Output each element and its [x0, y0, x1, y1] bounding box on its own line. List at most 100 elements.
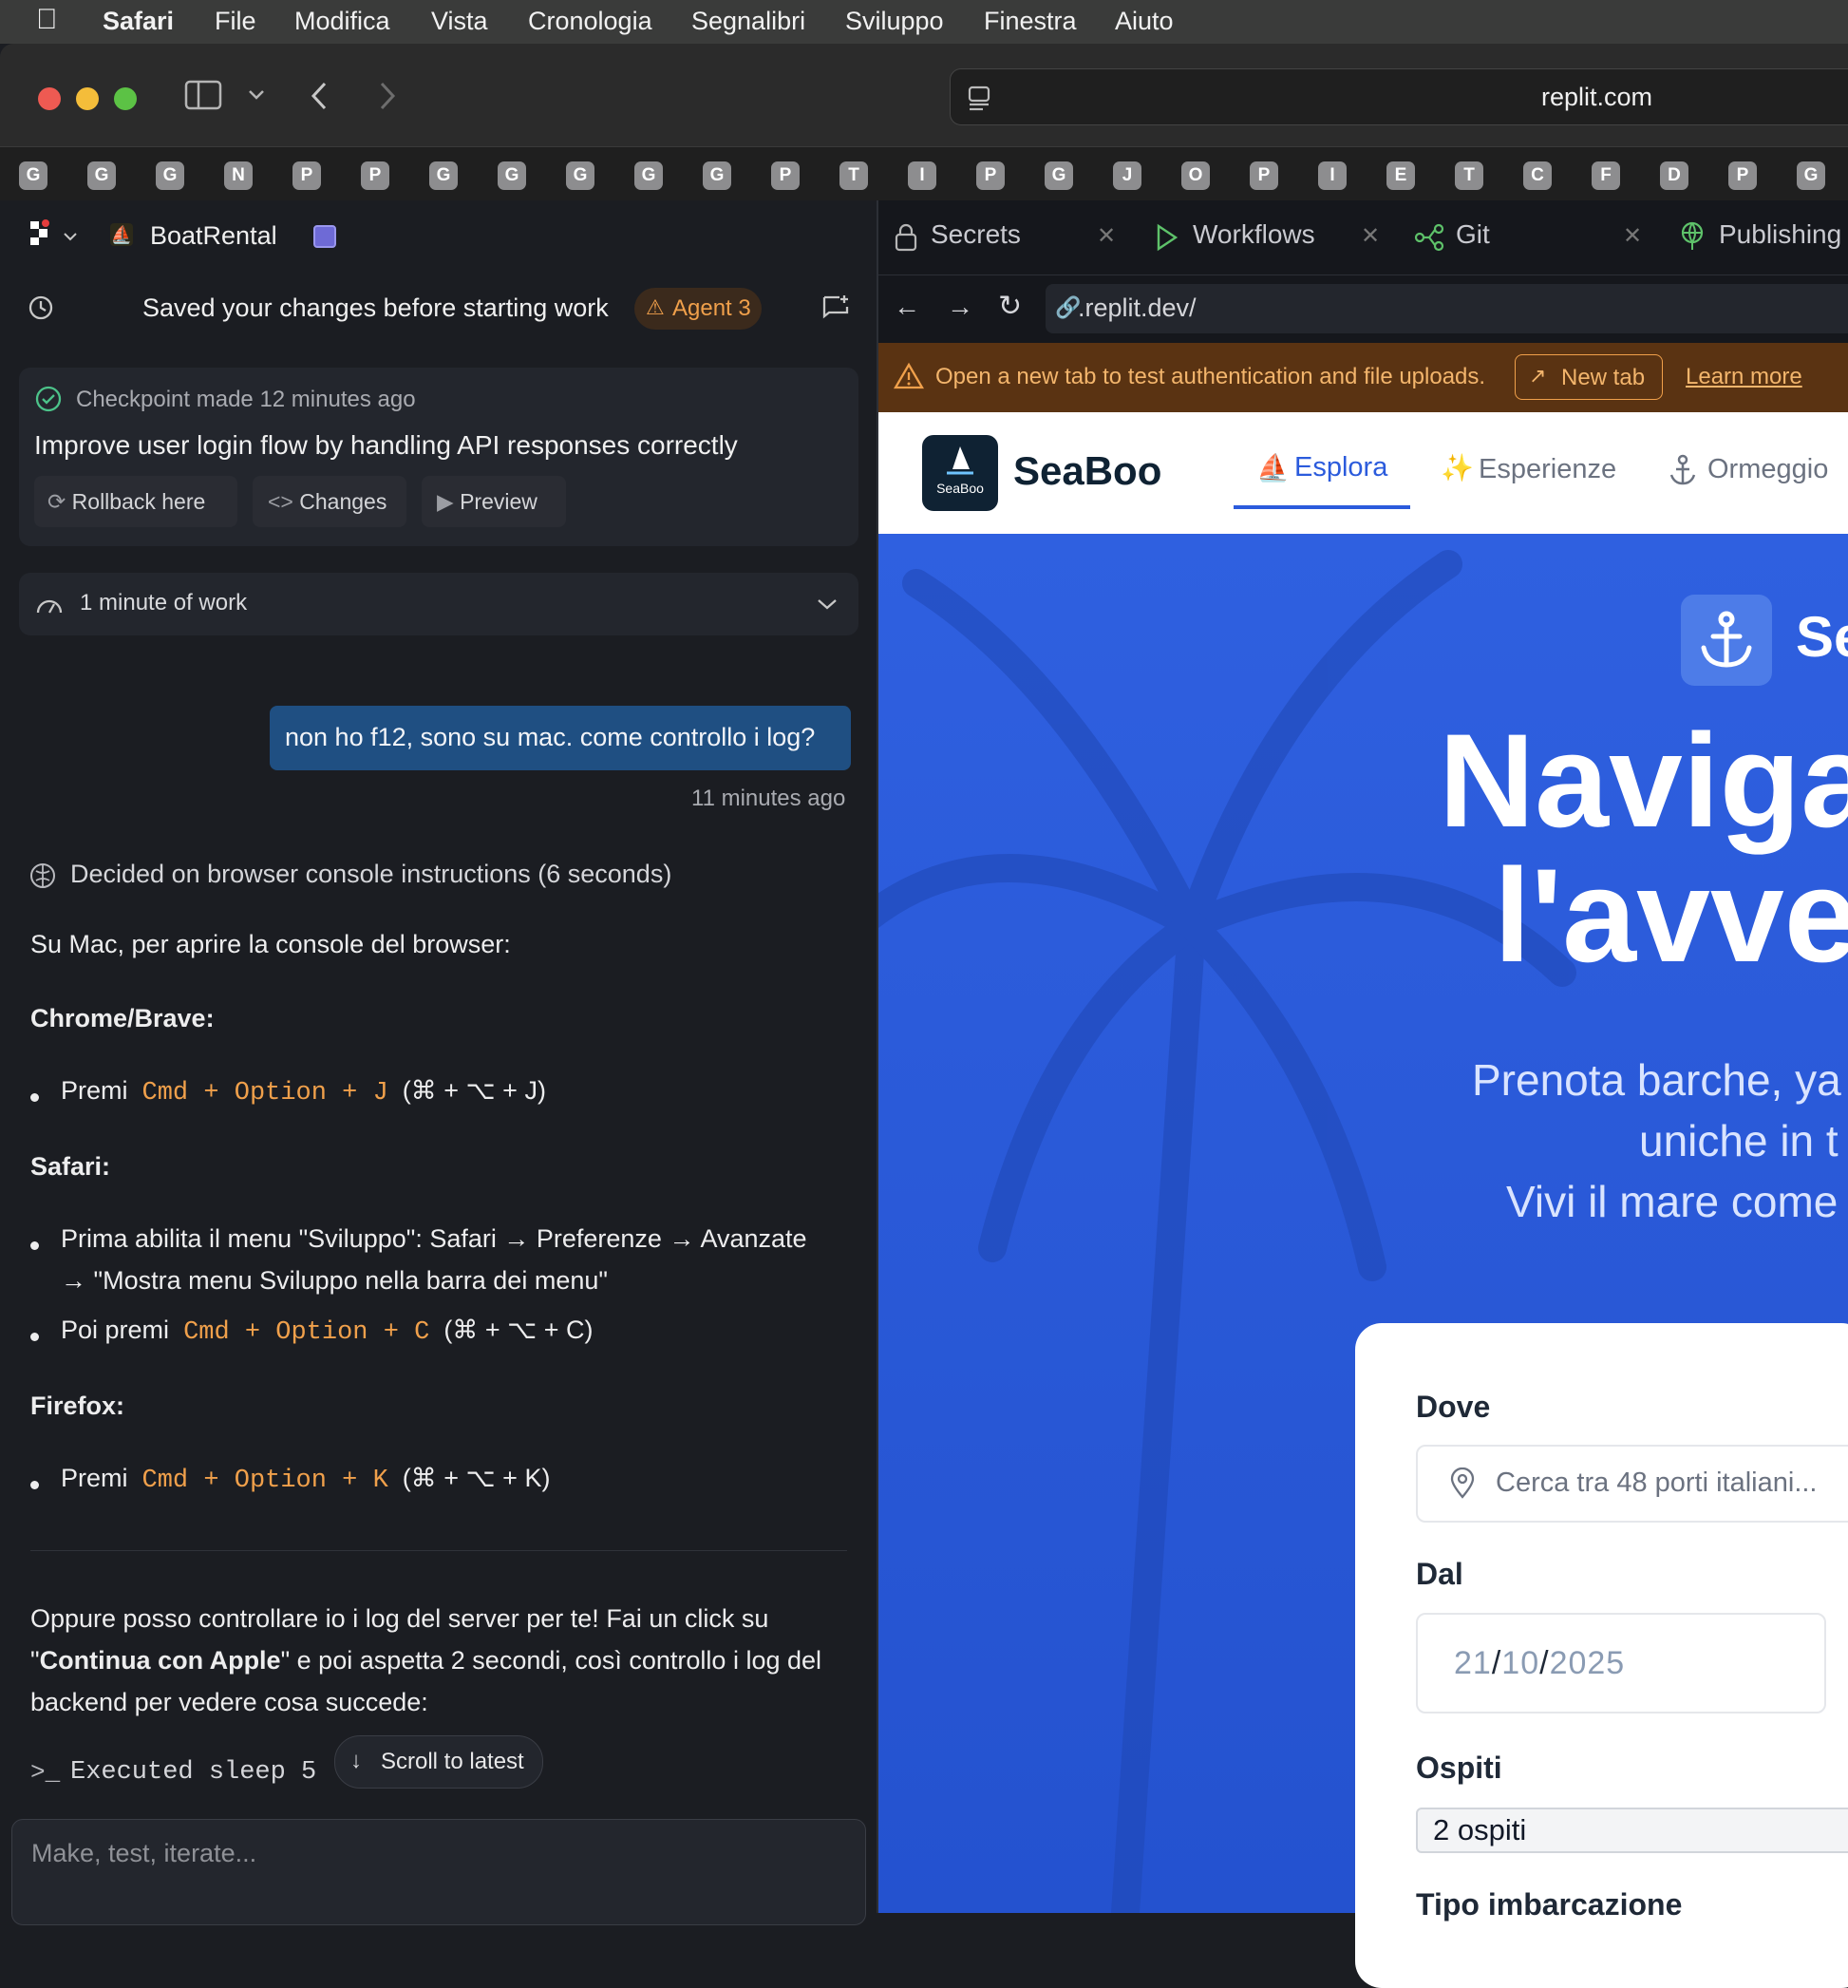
- boat-icon: ⛵: [110, 223, 133, 246]
- favorite-item[interactable]: G: [87, 161, 116, 190]
- favorite-item[interactable]: T: [839, 161, 868, 190]
- project-name[interactable]: BoatRental: [150, 221, 277, 251]
- favorite-item[interactable]: G: [634, 161, 663, 190]
- hero-title-line2: l'avve: [1494, 841, 1848, 990]
- dove-label: Dove: [1416, 1390, 1491, 1424]
- close-icon[interactable]: ✕: [1361, 222, 1380, 250]
- favorite-item[interactable]: P: [771, 161, 800, 190]
- menu-vista[interactable]: Vista: [431, 7, 488, 36]
- project-color-badge: [313, 225, 336, 248]
- favorite-item[interactable]: P: [361, 161, 389, 190]
- page-menu-icon[interactable]: [966, 85, 992, 111]
- decided-line[interactable]: Decided on browser console instructions …: [70, 860, 671, 889]
- reload-icon[interactable]: ↻: [998, 290, 1022, 323]
- menu-sviluppo[interactable]: Sviluppo: [845, 7, 944, 36]
- history-icon[interactable]: [27, 293, 55, 322]
- close-window-button[interactable]: [38, 87, 61, 110]
- gauge-icon: [36, 599, 63, 614]
- favorite-item[interactable]: N: [224, 161, 253, 190]
- work-summary-label: 1 minute of work: [80, 590, 248, 615]
- favorite-item[interactable]: E: [1386, 161, 1415, 190]
- favorite-item[interactable]: I: [1318, 161, 1347, 190]
- minimize-window-button[interactable]: [76, 87, 99, 110]
- favorite-item[interactable]: P: [292, 161, 321, 190]
- favorite-item[interactable]: P: [976, 161, 1005, 190]
- menu-cronologia[interactable]: Cronologia: [528, 7, 652, 36]
- menu-finestra[interactable]: Finestra: [984, 7, 1077, 36]
- tab-git[interactable]: Git: [1456, 219, 1490, 250]
- menu-aiuto[interactable]: Aiuto: [1115, 7, 1174, 36]
- scroll-to-latest-button[interactable]: ↓ Scroll to latest: [334, 1735, 543, 1789]
- learn-more-link[interactable]: Learn more: [1686, 364, 1802, 390]
- zoom-window-button[interactable]: [114, 87, 137, 110]
- chevron-down-icon: [818, 599, 837, 610]
- changes-button[interactable]: <> Changes: [253, 476, 406, 527]
- menu-segnalibri[interactable]: Segnalibri: [691, 7, 805, 36]
- warning-banner: Open a new tab to test authentication an…: [878, 343, 1848, 412]
- favorite-item[interactable]: G: [566, 161, 594, 190]
- rollback-button[interactable]: ⟳ Rollback here: [34, 476, 237, 527]
- preview-back-icon[interactable]: ←: [894, 292, 920, 322]
- outro-line1: Oppure posso controllare io i log del se…: [30, 1604, 769, 1633]
- new-tab-button[interactable]: ↗ New tab: [1515, 354, 1663, 400]
- preview-forward-icon[interactable]: →: [947, 292, 973, 322]
- outro-line3: backend per vedere cosa succede:: [30, 1688, 428, 1716]
- address-bar[interactable]: replit.com: [950, 68, 1848, 125]
- favorite-item[interactable]: G: [1797, 161, 1825, 190]
- lock-icon: [895, 223, 917, 252]
- favorite-item[interactable]: C: [1523, 161, 1552, 190]
- close-icon[interactable]: ✕: [1097, 222, 1116, 250]
- user-message-time: 11 minutes ago: [691, 786, 846, 811]
- site-brand[interactable]: SeaBoo: [1013, 448, 1161, 494]
- replit-logo-icon[interactable]: [28, 219, 49, 248]
- dove-placeholder: Cerca tra 48 porti italiani...: [1496, 1467, 1818, 1498]
- dal-date-input[interactable]: 21/10/2025: [1416, 1613, 1826, 1713]
- chevron-down-icon[interactable]: [247, 87, 266, 103]
- favorite-item[interactable]: G: [19, 161, 47, 190]
- agent-badge[interactable]: ⚠ Agent 3: [634, 288, 762, 330]
- tab-publishing[interactable]: Publishing: [1719, 219, 1841, 250]
- preview-url-bar[interactable]: 🔗 .replit.dev/: [1046, 284, 1848, 333]
- back-icon[interactable]: [308, 80, 330, 112]
- favorite-item[interactable]: G: [703, 161, 731, 190]
- ospiti-select[interactable]: 2 ospiti: [1416, 1808, 1848, 1853]
- checkpoint-time: Checkpoint made 12 minutes ago: [76, 387, 416, 412]
- tab-workflows[interactable]: Workflows: [1193, 219, 1315, 250]
- chevron-down-icon[interactable]: [63, 231, 78, 242]
- site-logo[interactable]: SeaBoo: [922, 435, 998, 511]
- work-summary-toggle[interactable]: 1 minute of work: [19, 573, 858, 635]
- favorite-item[interactable]: J: [1113, 161, 1141, 190]
- favorite-item[interactable]: G: [156, 161, 184, 190]
- menu-modifica[interactable]: Modifica: [294, 7, 390, 36]
- favorite-item[interactable]: I: [908, 161, 936, 190]
- brain-icon[interactable]: [28, 861, 57, 890]
- favorite-item[interactable]: T: [1455, 161, 1483, 190]
- favorite-item[interactable]: G: [498, 161, 526, 190]
- favorite-item[interactable]: P: [1728, 161, 1757, 190]
- close-icon[interactable]: ✕: [1623, 222, 1642, 250]
- sidebar-toggle-icon[interactable]: [184, 80, 222, 110]
- favorite-item[interactable]: D: [1660, 161, 1688, 190]
- nav-ormeggio[interactable]: Ormeggio: [1707, 454, 1828, 485]
- list-bullet: [30, 1333, 39, 1341]
- menu-file[interactable]: File: [215, 7, 256, 36]
- favorite-item[interactable]: G: [429, 161, 458, 190]
- tab-secrets[interactable]: Secrets: [931, 219, 1021, 250]
- menu-app-name[interactable]: Safari: [103, 7, 174, 36]
- chat-input[interactable]: Make, test, iterate...: [11, 1819, 866, 1925]
- nav-esplora[interactable]: ⛵ Esplora: [1234, 431, 1410, 509]
- preview-button[interactable]: ▶ Preview: [422, 476, 566, 527]
- git-icon: [1414, 223, 1444, 252]
- dove-input[interactable]: Cerca tra 48 porti italiani...: [1416, 1445, 1848, 1523]
- apple-icon[interactable]: : [36, 4, 58, 36]
- new-chat-icon[interactable]: [820, 293, 851, 324]
- forward-icon[interactable]: [376, 80, 399, 112]
- warning-text: Open a new tab to test authentication an…: [935, 364, 1486, 389]
- favorite-item[interactable]: G: [1045, 161, 1073, 190]
- nav-esperienze[interactable]: Esperienze: [1479, 454, 1616, 485]
- chrome-instruction: Premi Cmd + Option + J (⌘ + ⌥ + J): [61, 1076, 546, 1108]
- favorite-item[interactable]: P: [1250, 161, 1278, 190]
- favorite-item[interactable]: F: [1592, 161, 1620, 190]
- executed-line[interactable]: Executed sleep 5: [70, 1758, 316, 1787]
- favorite-item[interactable]: O: [1181, 161, 1210, 190]
